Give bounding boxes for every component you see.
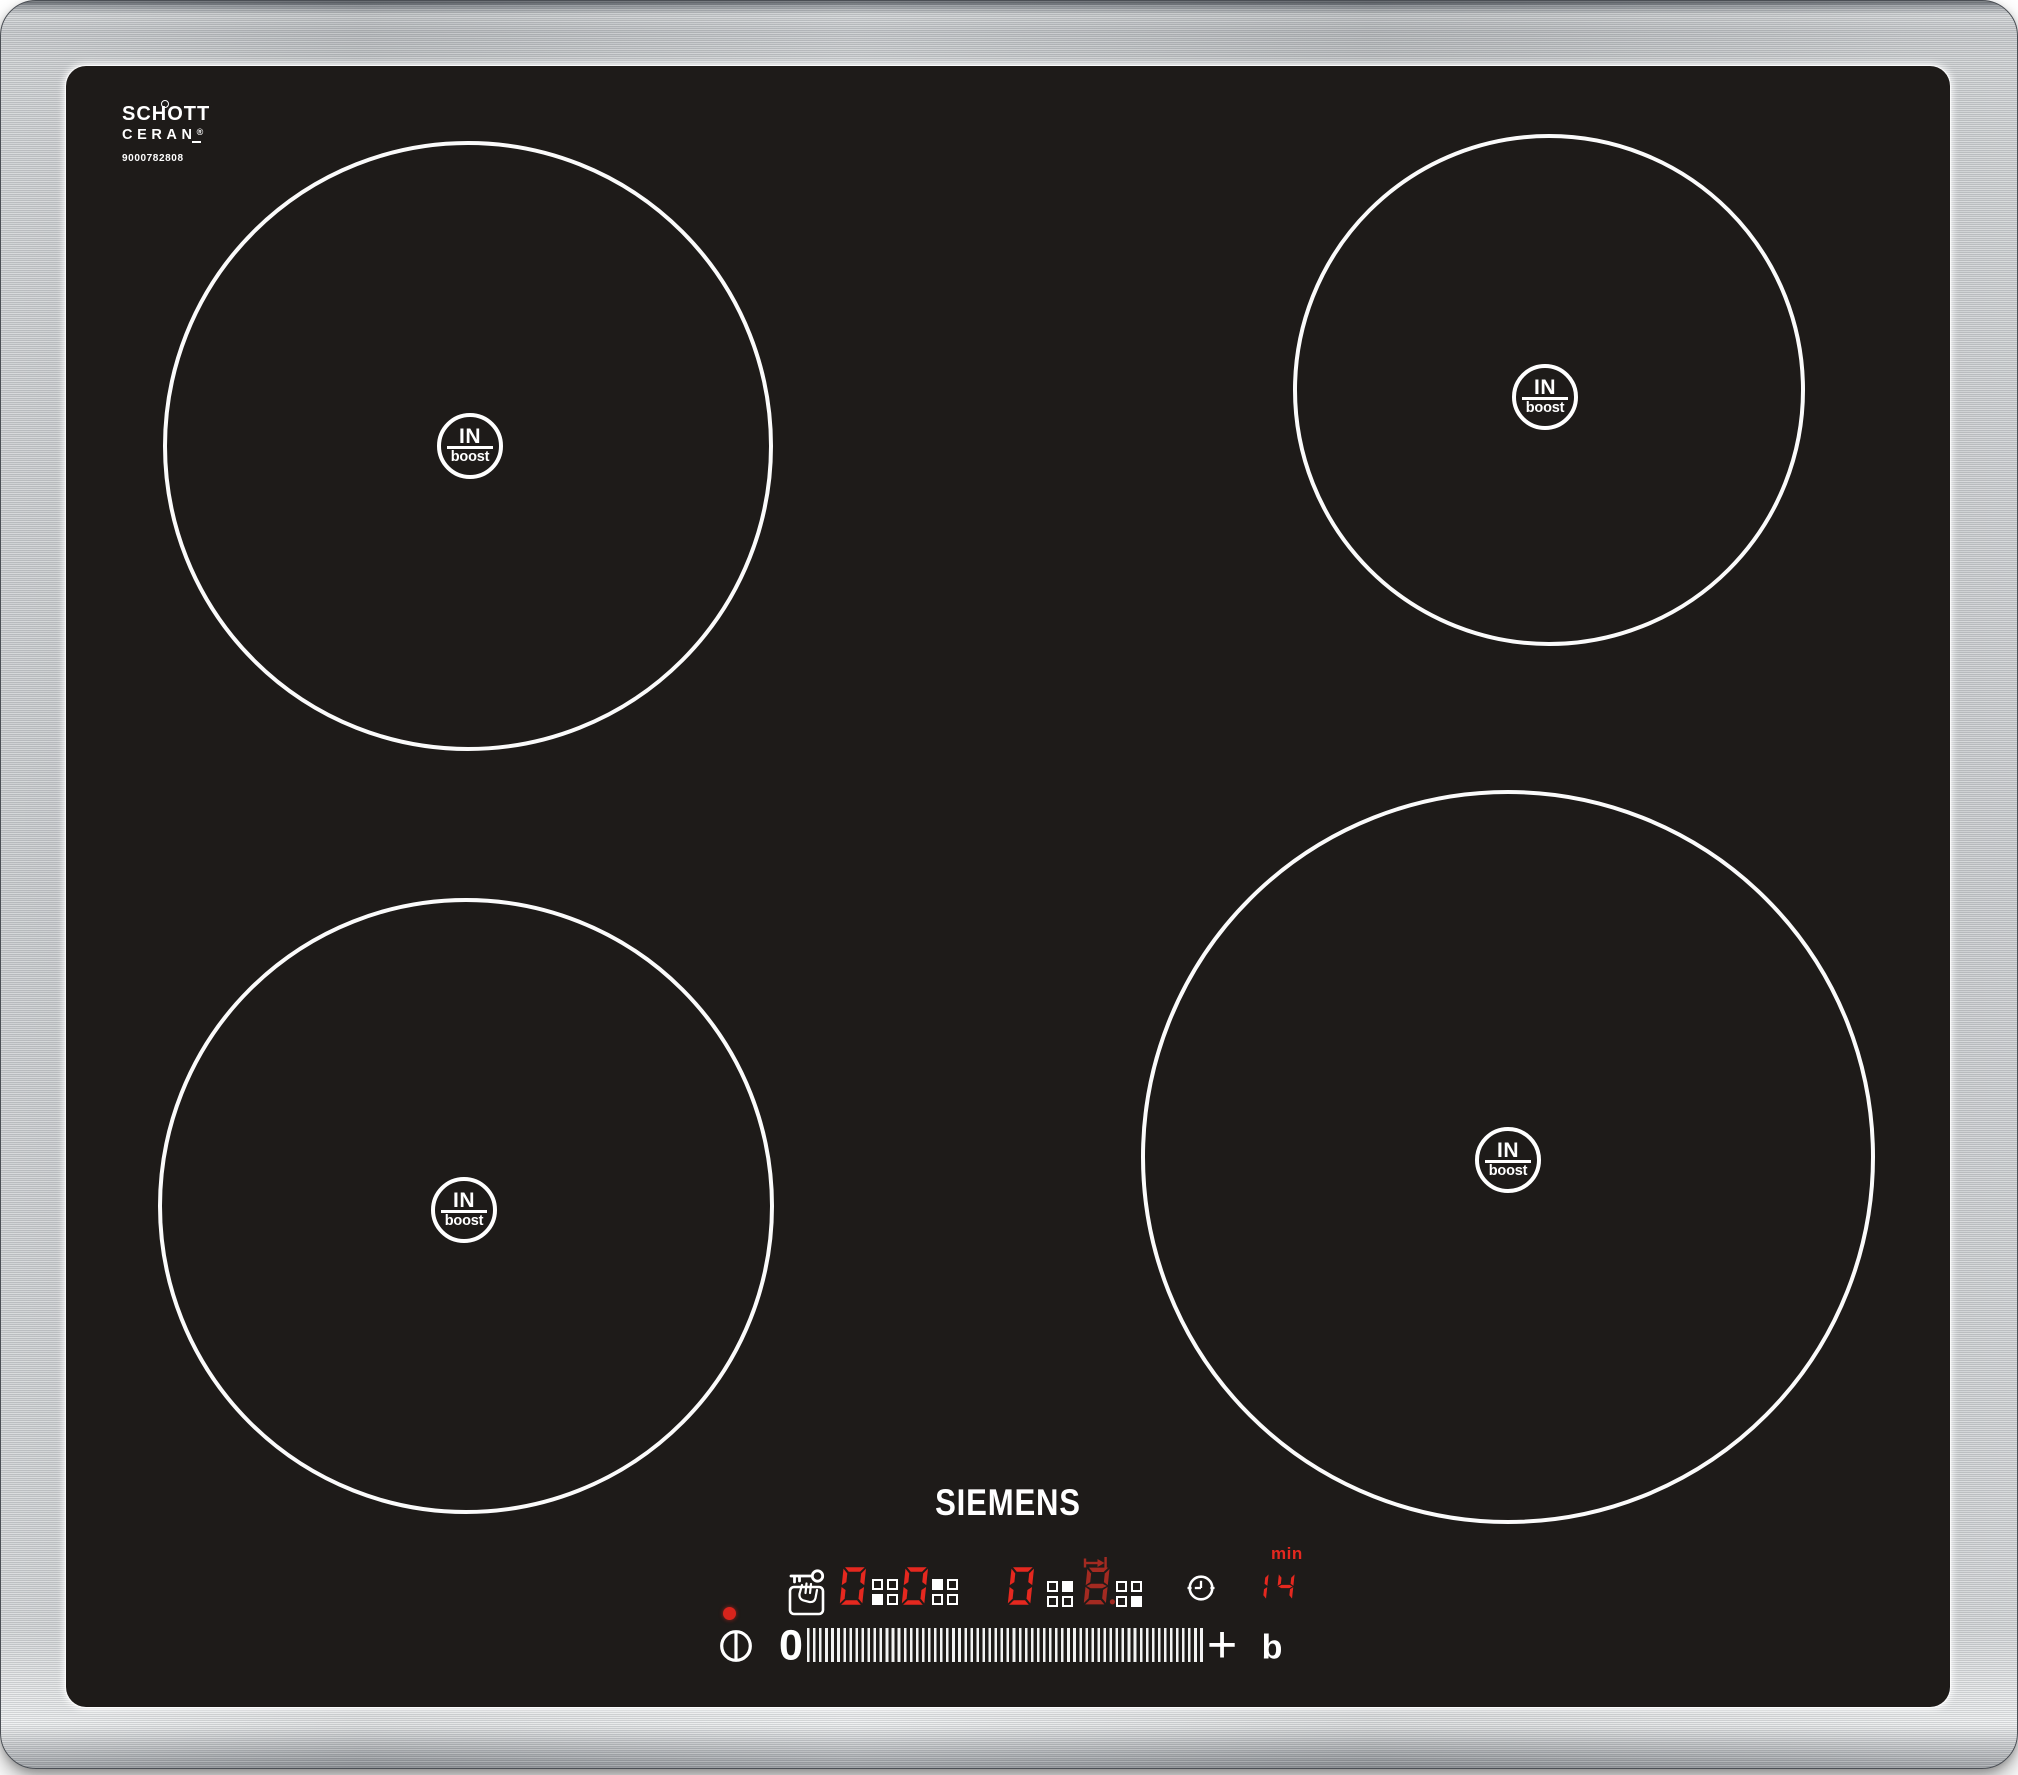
zone-indicator-front-left [872, 1579, 898, 1605]
inboost-badge-back-left: IN boost [437, 413, 503, 479]
slider-zero-label: 0 [779, 1621, 803, 1670]
inboost-badge-back-right: IN boost [1512, 364, 1578, 430]
power-slider[interactable] [807, 1628, 1205, 1662]
key-touch-lock-icon[interactable] [788, 1568, 826, 1616]
power-led [723, 1607, 736, 1620]
zone-indicator-back-right [1047, 1581, 1073, 1607]
schott-o-ring-mark [161, 100, 169, 108]
ceran-wordmark: CERAN® [122, 127, 204, 143]
zone-display-back-left [900, 1567, 930, 1605]
registered-mark: ® [196, 127, 204, 137]
slider-plus-label[interactable]: + [1207, 1615, 1237, 1675]
power-icon[interactable] [718, 1628, 754, 1664]
boost-label: b [1261, 1628, 1283, 1667]
inboost-badge-front-left: IN boost [431, 1177, 497, 1243]
zone-indicator-back-left [932, 1579, 958, 1605]
glass-branding: SCHOTT CERAN® 9000782808 [122, 100, 210, 164]
timer-value [1249, 1570, 1301, 1603]
model-number: 9000782808 [122, 153, 184, 164]
clock-icon[interactable] [1187, 1574, 1215, 1602]
zone-display-back-right [1006, 1567, 1036, 1605]
siemens-logo: SIEMENS [935, 1482, 1081, 1523]
inboost-badge-front-right: IN boost [1475, 1127, 1541, 1193]
ceramic-glass-surface: SCHOTT CERAN® 9000782808 IN boost IN boo… [66, 66, 1950, 1707]
schott-wordmark: SCHOTT [122, 100, 210, 124]
timer-unit-label: min [1271, 1544, 1303, 1563]
zone-display-front-left [838, 1567, 868, 1605]
induction-hob: SCHOTT CERAN® 9000782808 IN boost IN boo… [0, 0, 2018, 1775]
zone-display-front-right [1082, 1567, 1117, 1605]
zone-indicator-front-right [1116, 1581, 1142, 1607]
